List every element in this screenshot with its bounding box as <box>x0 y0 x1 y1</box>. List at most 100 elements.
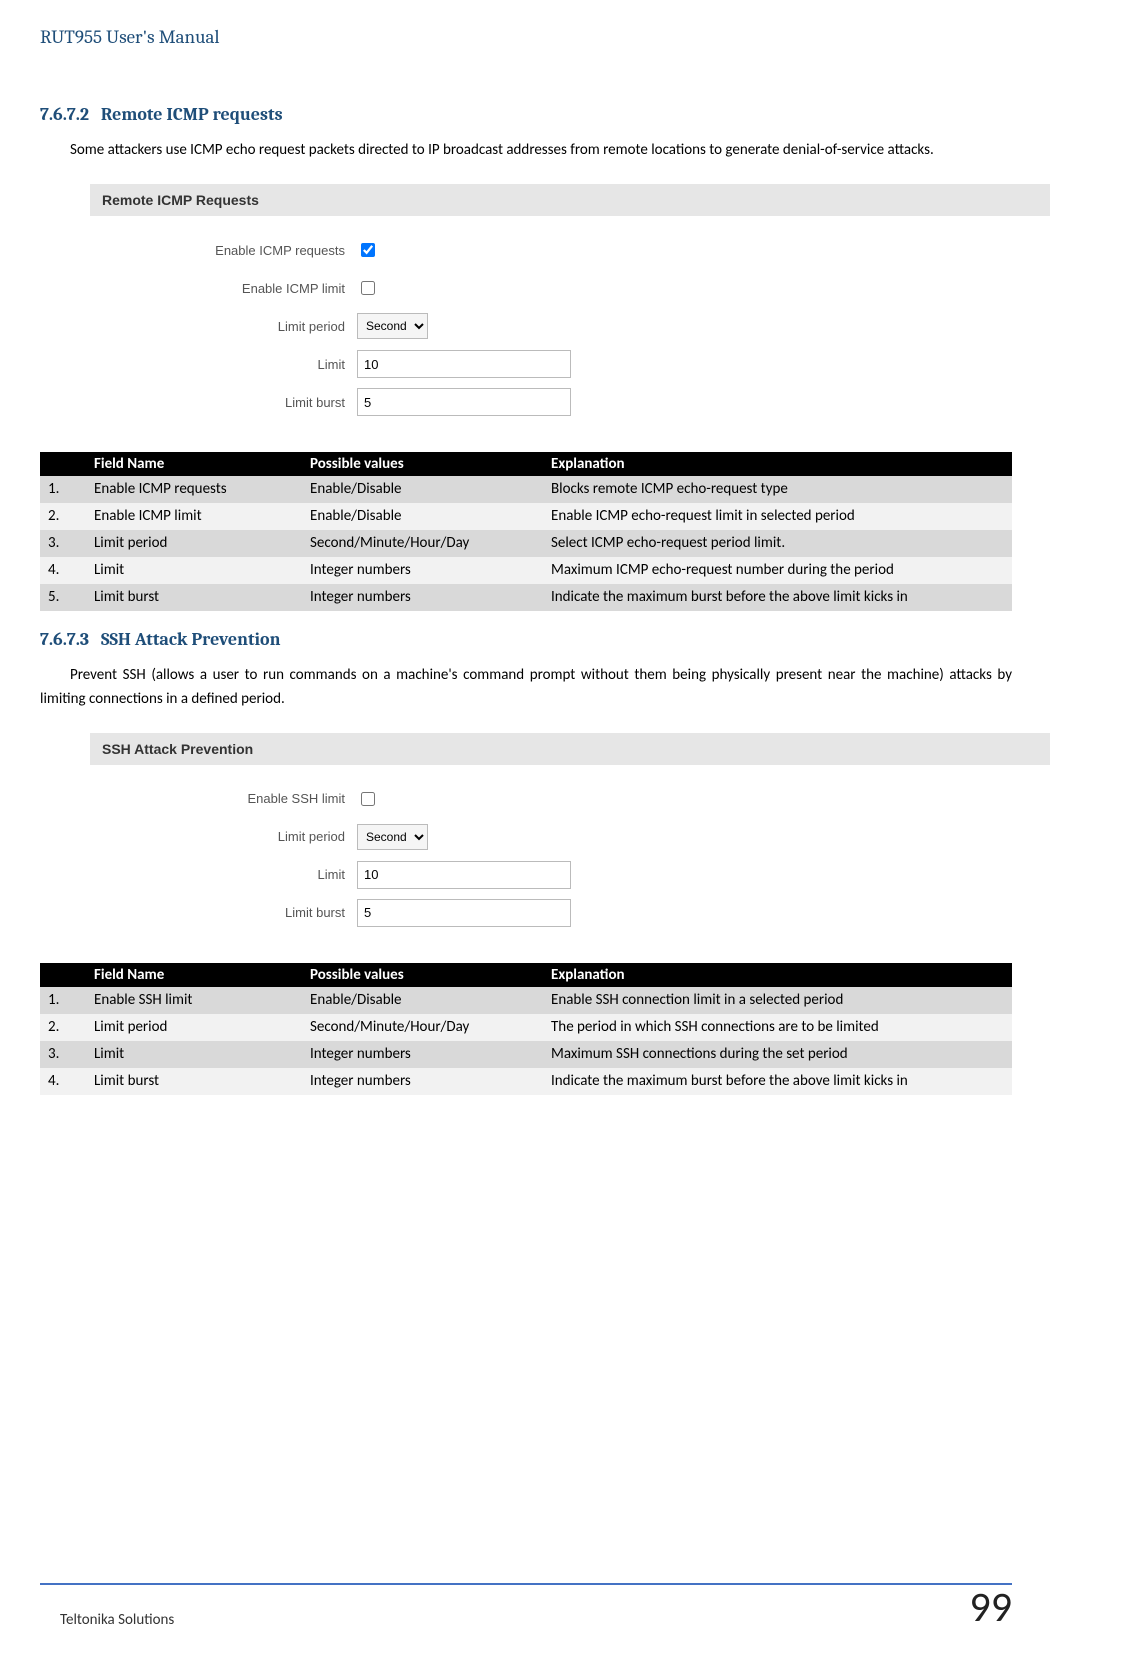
limit-burst-input[interactable] <box>357 899 571 927</box>
cell-num: 4. <box>40 557 86 584</box>
cell-name: Enable ICMP requests <box>86 476 302 503</box>
table-header-row: Field Name Possible values Explanation <box>40 452 1012 476</box>
table-row: 4. Limit Integer numbers Maximum ICMP ec… <box>40 557 1012 584</box>
cell-vals: Enable/Disable <box>302 503 543 530</box>
footer-company: Teltonika Solutions <box>40 1611 174 1629</box>
screenshot-ssh-attack: SSH Attack Prevention Enable SSH limit L… <box>90 733 1050 941</box>
cell-num: 5. <box>40 584 86 611</box>
field-label: Limit period <box>90 319 357 334</box>
cell-expl: Indicate the maximum burst before the ab… <box>543 584 1012 611</box>
row-enable-ssh-limit: Enable SSH limit <box>90 783 1050 815</box>
table-row: 2. Enable ICMP limit Enable/Disable Enab… <box>40 503 1012 530</box>
cell-vals: Integer numbers <box>302 584 543 611</box>
screenshot-header: Remote ICMP Requests <box>90 184 1050 216</box>
limit-input[interactable] <box>357 861 571 889</box>
cell-vals: Integer numbers <box>302 1041 543 1068</box>
table-header-row: Field Name Possible values Explanation <box>40 963 1012 987</box>
cell-name: Limit period <box>86 1014 302 1041</box>
table-header: Field Name <box>86 963 302 987</box>
cell-name: Enable SSH limit <box>86 987 302 1014</box>
table-header: Explanation <box>543 963 1012 987</box>
screenshot-body: Enable SSH limit Limit period Second Lim… <box>90 765 1050 941</box>
field-label: Limit burst <box>90 905 357 920</box>
field-label: Limit period <box>90 829 357 844</box>
field-label: Limit <box>90 357 357 372</box>
row-enable-icmp-limit: Enable ICMP limit <box>90 272 1050 304</box>
enable-icmp-limit-checkbox[interactable] <box>361 281 375 295</box>
section-heading-icmp: 7.6.7.2 Remote ICMP requests <box>40 104 1012 125</box>
cell-expl: Select ICMP echo-request period limit. <box>543 530 1012 557</box>
section-number: 7.6.7.2 <box>40 104 89 125</box>
cell-vals: Enable/Disable <box>302 476 543 503</box>
field-label: Enable ICMP limit <box>90 281 357 296</box>
screenshot-body: Enable ICMP requests Enable ICMP limit L… <box>90 216 1050 430</box>
section-heading-ssh: 7.6.7.3 SSH Attack Prevention <box>40 629 1012 650</box>
table-row: 1. Enable ICMP requests Enable/Disable B… <box>40 476 1012 503</box>
field-label: Limit <box>90 867 357 882</box>
field-table-icmp: Field Name Possible values Explanation 1… <box>40 452 1012 611</box>
table-row: 5. Limit burst Integer numbers Indicate … <box>40 584 1012 611</box>
table-header: Explanation <box>543 452 1012 476</box>
limit-period-select[interactable]: Second <box>357 824 428 850</box>
cell-vals: Second/Minute/Hour/Day <box>302 1014 543 1041</box>
screenshot-remote-icmp: Remote ICMP Requests Enable ICMP request… <box>90 184 1050 430</box>
cell-num: 3. <box>40 1041 86 1068</box>
row-limit-period: Limit period Second <box>90 310 1050 342</box>
cell-num: 3. <box>40 530 86 557</box>
table-row: 2. Limit period Second/Minute/Hour/Day T… <box>40 1014 1012 1041</box>
table-row: 1. Enable SSH limit Enable/Disable Enabl… <box>40 987 1012 1014</box>
enable-ssh-limit-checkbox[interactable] <box>361 792 375 806</box>
document-title: RUT955 User's Manual <box>40 26 1012 48</box>
table-row: 4. Limit burst Integer numbers Indicate … <box>40 1068 1012 1095</box>
limit-period-select[interactable]: Second <box>357 313 428 339</box>
cell-expl: Maximum SSH connections during the set p… <box>543 1041 1012 1068</box>
table-row: 3. Limit Integer numbers Maximum SSH con… <box>40 1041 1012 1068</box>
row-limit-burst: Limit burst <box>90 386 1050 418</box>
table-header: Field Name <box>86 452 302 476</box>
cell-expl: Indicate the maximum burst before the ab… <box>543 1068 1012 1095</box>
cell-num: 1. <box>40 987 86 1014</box>
cell-expl: Enable SSH connection limit in a selecte… <box>543 987 1012 1014</box>
cell-expl: Blocks remote ICMP echo-request type <box>543 476 1012 503</box>
cell-expl: Enable ICMP echo-request limit in select… <box>543 503 1012 530</box>
table-header <box>40 963 86 987</box>
cell-name: Limit <box>86 557 302 584</box>
row-enable-icmp-requests: Enable ICMP requests <box>90 234 1050 266</box>
table-header: Possible values <box>302 963 543 987</box>
section-number: 7.6.7.3 <box>40 629 89 650</box>
cell-expl: Maximum ICMP echo-request number during … <box>543 557 1012 584</box>
table-header <box>40 452 86 476</box>
cell-vals: Enable/Disable <box>302 987 543 1014</box>
cell-name: Limit period <box>86 530 302 557</box>
section-paragraph: Prevent SSH (allows a user to run comman… <box>40 664 1012 711</box>
cell-num: 4. <box>40 1068 86 1095</box>
field-label: Enable SSH limit <box>90 791 357 806</box>
cell-vals: Integer numbers <box>302 557 543 584</box>
cell-expl: The period in which SSH connections are … <box>543 1014 1012 1041</box>
cell-vals: Second/Minute/Hour/Day <box>302 530 543 557</box>
cell-vals: Integer numbers <box>302 1068 543 1095</box>
section-title: Remote ICMP requests <box>101 104 283 125</box>
cell-name: Limit burst <box>86 1068 302 1095</box>
field-label: Enable ICMP requests <box>90 243 357 258</box>
limit-burst-input[interactable] <box>357 388 571 416</box>
field-label: Limit burst <box>90 395 357 410</box>
section-title: SSH Attack Prevention <box>101 629 281 650</box>
cell-num: 2. <box>40 503 86 530</box>
page-footer: Teltonika Solutions 99 <box>40 1583 1012 1629</box>
cell-name: Limit burst <box>86 584 302 611</box>
cell-name: Limit <box>86 1041 302 1068</box>
field-table-ssh: Field Name Possible values Explanation 1… <box>40 963 1012 1095</box>
row-limit-period: Limit period Second <box>90 821 1050 853</box>
row-limit: Limit <box>90 859 1050 891</box>
row-limit-burst: Limit burst <box>90 897 1050 929</box>
page-number: 99 <box>969 1587 1012 1629</box>
cell-name: Enable ICMP limit <box>86 503 302 530</box>
screenshot-header: SSH Attack Prevention <box>90 733 1050 765</box>
enable-icmp-requests-checkbox[interactable] <box>361 243 375 257</box>
section-paragraph: Some attackers use ICMP echo request pac… <box>40 139 1012 162</box>
limit-input[interactable] <box>357 350 571 378</box>
table-row: 3. Limit period Second/Minute/Hour/Day S… <box>40 530 1012 557</box>
cell-num: 1. <box>40 476 86 503</box>
table-header: Possible values <box>302 452 543 476</box>
